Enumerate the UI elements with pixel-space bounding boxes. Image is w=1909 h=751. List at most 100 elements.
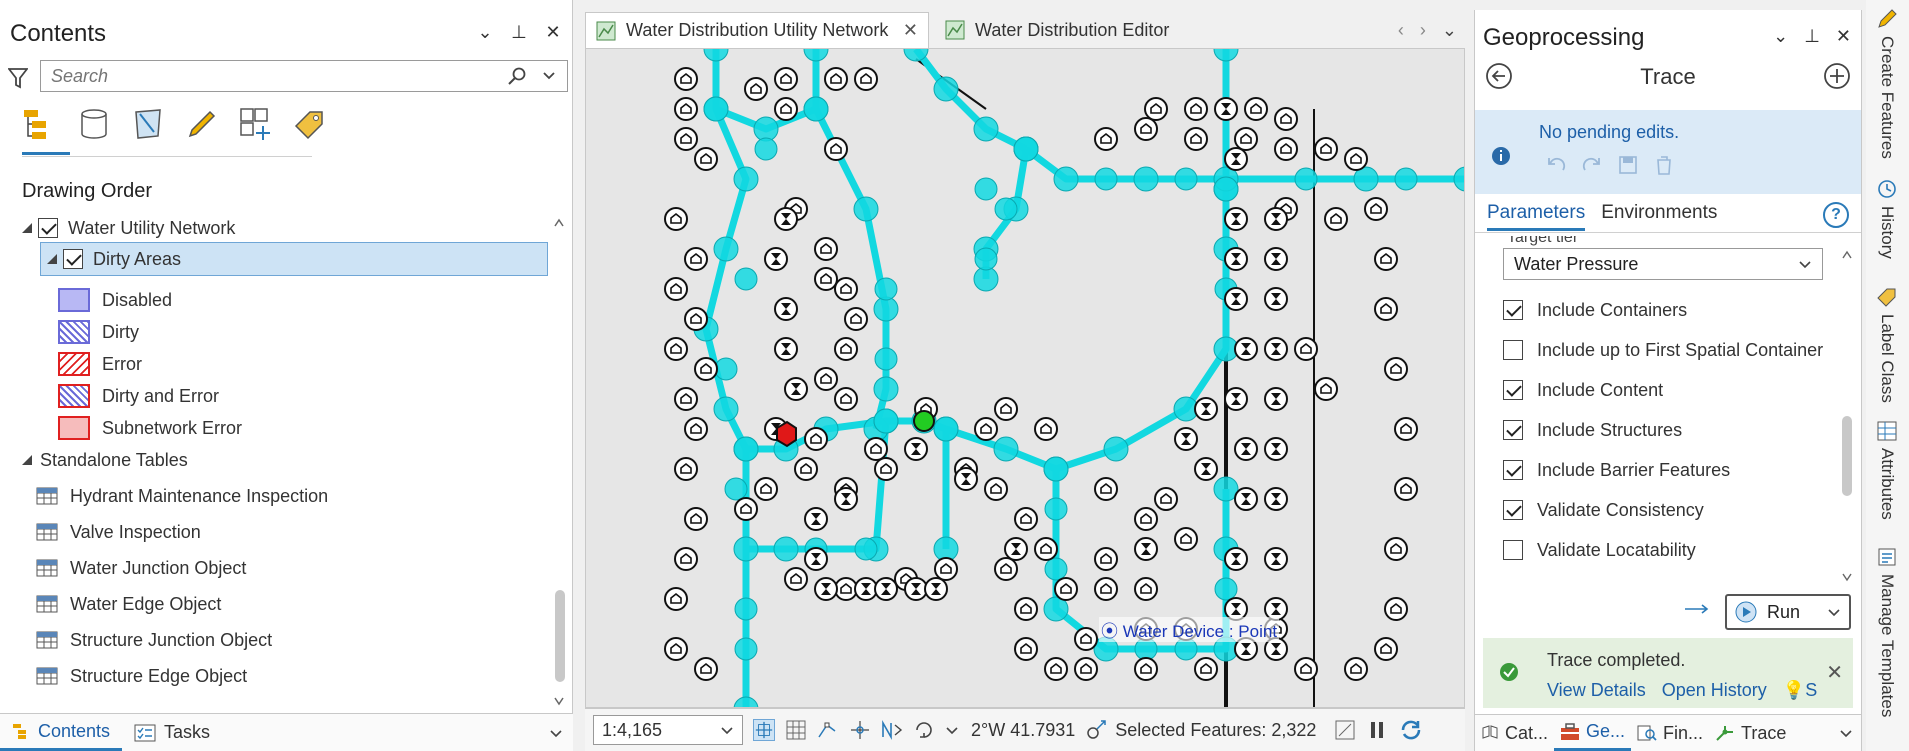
- table-item[interactable]: Water Junction Object: [36, 552, 246, 584]
- close-icon[interactable]: ✕: [544, 22, 562, 43]
- option-checkbox[interactable]: [1503, 340, 1523, 360]
- option-checkbox[interactable]: [1503, 380, 1523, 400]
- layer-dirty-areas[interactable]: Dirty Areas: [40, 242, 548, 276]
- snapping-toggle-icon[interactable]: [849, 719, 871, 741]
- option-checkbox[interactable]: [1503, 300, 1523, 320]
- run-row: Run: [1475, 594, 1861, 634]
- expand-triangle-icon[interactable]: [20, 221, 34, 235]
- dock-manage-templates[interactable]: Manage Templates: [1872, 546, 1902, 717]
- chevron-down-icon[interactable]: ⌄: [1773, 26, 1788, 47]
- run-button[interactable]: Run: [1725, 594, 1851, 630]
- coordinate-readout[interactable]: 2°W 41.7931: [971, 720, 1075, 741]
- refresh-mode-icon[interactable]: [1334, 719, 1356, 741]
- network-graphic[interactable]: [586, 49, 1465, 708]
- tab-water-distribution-editor[interactable]: Water Distribution Editor: [935, 12, 1195, 48]
- option-checkbox[interactable]: [1503, 420, 1523, 440]
- tab-parameters[interactable]: Parameters: [1487, 202, 1586, 231]
- pause-icon[interactable]: [1366, 719, 1388, 741]
- pin-icon[interactable]: ⊥: [510, 22, 528, 43]
- expand-triangle-icon[interactable]: [45, 252, 59, 266]
- target-tier-select[interactable]: Water Pressure: [1503, 248, 1823, 280]
- add-icon[interactable]: [1823, 62, 1851, 90]
- chevron-down-icon[interactable]: [1839, 726, 1853, 740]
- grid-snap-icon[interactable]: [753, 719, 775, 741]
- parameter-option[interactable]: Include Barrier Features: [1503, 458, 1730, 482]
- refresh-icon[interactable]: [1398, 717, 1424, 743]
- parameters-scrollbar[interactable]: [1841, 246, 1853, 586]
- option-checkbox[interactable]: [1503, 460, 1523, 480]
- tab-geoprocessing[interactable]: Ge...: [1554, 715, 1632, 751]
- chevron-left-icon[interactable]: ‹: [1398, 20, 1404, 41]
- search-icon[interactable]: [507, 66, 527, 86]
- chevron-down-icon[interactable]: [945, 719, 959, 741]
- visibility-checkbox[interactable]: [38, 218, 58, 238]
- tab-environments[interactable]: Environments: [1601, 202, 1717, 231]
- scroll-thumb[interactable]: [555, 590, 565, 682]
- close-icon[interactable]: ✕: [903, 20, 918, 41]
- table-item[interactable]: Water Edge Object: [36, 588, 221, 620]
- dock-history[interactable]: History: [1872, 178, 1902, 259]
- chevron-down-icon[interactable]: [1827, 605, 1841, 619]
- help-icon[interactable]: ?: [1823, 202, 1849, 228]
- constraints-icon[interactable]: [817, 719, 839, 741]
- chevron-down-icon[interactable]: [549, 726, 563, 740]
- filter-icon[interactable]: [8, 66, 28, 90]
- selected-features-icon[interactable]: [1085, 719, 1107, 741]
- data-source-icon[interactable]: [76, 106, 112, 142]
- correction-icon[interactable]: [881, 719, 903, 741]
- group-standalone-tables[interactable]: Standalone Tables: [20, 444, 188, 476]
- expand-triangle-icon[interactable]: [20, 453, 34, 467]
- chevron-down-icon[interactable]: [541, 67, 557, 83]
- option-checkbox[interactable]: [1503, 540, 1523, 560]
- chevron-down-icon[interactable]: ⌄: [1442, 20, 1457, 41]
- open-history-link[interactable]: Open History: [1662, 680, 1767, 701]
- dock-attributes[interactable]: Attributes: [1872, 420, 1902, 520]
- trace-node: [973, 266, 999, 292]
- tab-catalog[interactable]: Cat...: [1475, 715, 1554, 751]
- grid-icon[interactable]: [785, 719, 807, 741]
- valve-point: [1224, 147, 1248, 171]
- parameter-option[interactable]: Include Containers: [1503, 298, 1687, 322]
- save-edits-icon[interactable]: [1617, 154, 1639, 176]
- visibility-checkbox[interactable]: [63, 249, 83, 269]
- table-item[interactable]: Structure Junction Object: [36, 624, 272, 656]
- close-icon[interactable]: ✕: [1826, 660, 1843, 685]
- chevron-right-icon[interactable]: ›: [1420, 20, 1426, 41]
- table-item[interactable]: Hydrant Maintenance Inspection: [36, 480, 328, 512]
- undo-icon[interactable]: [1545, 154, 1567, 176]
- starting-point-flag[interactable]: [913, 410, 935, 432]
- tab-find[interactable]: Fin...: [1631, 715, 1709, 751]
- suggestions-link[interactable]: 💡Suggestions: [1783, 680, 1817, 701]
- option-checkbox[interactable]: [1503, 500, 1523, 520]
- table-item[interactable]: Valve Inspection: [36, 516, 201, 548]
- tab-tasks[interactable]: Tasks: [122, 715, 222, 751]
- parameter-option[interactable]: Include Content: [1503, 378, 1663, 402]
- pin-icon[interactable]: ⊥: [1804, 26, 1820, 47]
- parameter-option[interactable]: Include up to First Spatial Container: [1503, 338, 1823, 362]
- rotation-icon[interactable]: [913, 719, 935, 741]
- tab-contents[interactable]: Contents: [0, 715, 123, 751]
- barrier-flag[interactable]: [776, 420, 797, 448]
- tab-water-distribution-utility-network[interactable]: Water Distribution Utility Network ✕: [585, 12, 929, 48]
- selection-icon[interactable]: [130, 106, 166, 142]
- redo-icon[interactable]: [1581, 154, 1603, 176]
- drawing-order-icon[interactable]: [22, 106, 58, 142]
- editing-pencil-icon[interactable]: [184, 106, 220, 142]
- parameter-option[interactable]: Validate Consistency: [1503, 498, 1704, 522]
- map-canvas[interactable]: ⦿ Water Device : Point: [585, 48, 1465, 708]
- labeling-icon[interactable]: [292, 106, 328, 142]
- discard-edits-icon[interactable]: [1653, 154, 1675, 176]
- chevron-down-icon[interactable]: ⌄: [476, 22, 494, 43]
- scale-selector[interactable]: 1:4,165: [593, 715, 743, 745]
- close-icon[interactable]: ✕: [1836, 26, 1851, 47]
- layer-water-utility-network[interactable]: Water Utility Network: [20, 212, 540, 244]
- parameter-option[interactable]: Include Structures: [1503, 418, 1682, 442]
- dock-create-features[interactable]: Create Features: [1872, 8, 1902, 159]
- snapping-icon[interactable]: [238, 106, 274, 142]
- dock-label-class[interactable]: Label Class: [1872, 286, 1902, 403]
- search-input[interactable]: [41, 61, 501, 91]
- table-item[interactable]: Structure Edge Object: [36, 660, 247, 692]
- parameter-option[interactable]: Validate Locatability: [1503, 538, 1696, 562]
- tab-trace[interactable]: Trace: [1709, 715, 1792, 751]
- view-details-link[interactable]: View Details: [1547, 680, 1646, 701]
